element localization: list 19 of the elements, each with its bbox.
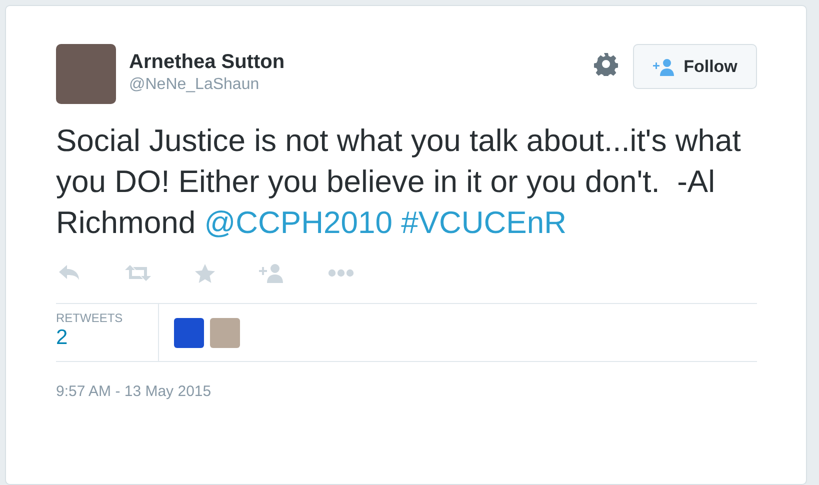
hashtag-link[interactable]: #VCUCEnR	[401, 205, 566, 240]
add-person-icon	[652, 58, 675, 76]
star-icon[interactable]	[195, 264, 215, 282]
reply-icon[interactable]	[59, 265, 81, 281]
add-person-icon[interactable]	[259, 264, 284, 282]
user-handle[interactable]: @NeNe_LaShaun	[129, 75, 285, 95]
timestamp[interactable]: 9:57 AM - 13 May 2015	[56, 383, 212, 401]
retweeter-logo-placeholder[interactable]	[174, 318, 204, 348]
retweeter-photo-placeholder[interactable]	[210, 318, 240, 348]
tweet-text: Social Justice is not what you talk about...it's what you DO! Either you believe in it or you don't. -Al Richmond @CCPH2010 #VCUCEnR	[56, 122, 742, 242]
follow-button[interactable]: Follow	[633, 44, 757, 89]
more-icon[interactable]	[328, 269, 354, 277]
retweets-label: RETWEETS	[56, 311, 124, 325]
settings-icon[interactable]	[594, 52, 618, 76]
retweets-count[interactable]: 2	[56, 326, 158, 350]
mention-link[interactable]: @CCPH2010	[204, 205, 392, 240]
retweet-icon[interactable]	[125, 265, 151, 281]
avatar-photo-placeholder[interactable]	[56, 44, 116, 104]
user-name[interactable]: Arnethea Sutton	[129, 50, 285, 74]
